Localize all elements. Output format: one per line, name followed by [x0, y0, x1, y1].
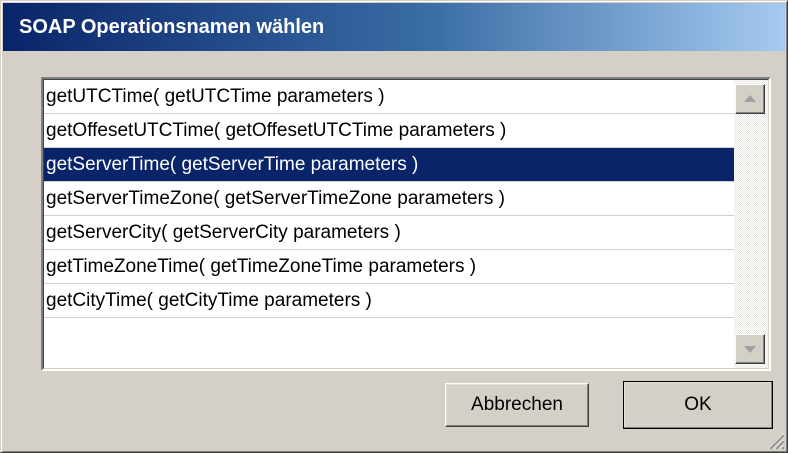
vertical-scrollbar[interactable]	[734, 80, 768, 368]
list-item[interactable]: getServerCity( getServerCity parameters …	[44, 216, 738, 250]
scroll-up-button[interactable]	[735, 84, 765, 114]
triangle-up-icon	[744, 95, 756, 102]
operations-list: getUTCTime( getUTCTime parameters ) getO…	[44, 80, 738, 368]
scroll-down-button[interactable]	[735, 334, 765, 364]
list-item[interactable]: getOffesetUTCTime( getOffesetUTCTime par…	[44, 114, 738, 148]
cancel-button[interactable]: Abbrechen	[445, 383, 589, 427]
resize-grip-icon[interactable]	[765, 430, 785, 450]
list-item[interactable]: getCityTime( getCityTime parameters )	[44, 284, 738, 318]
list-item[interactable]: getServerTimeZone( getServerTimeZone par…	[44, 182, 738, 216]
ok-button[interactable]: OK	[623, 381, 773, 429]
operations-listbox[interactable]: getUTCTime( getUTCTime parameters ) getO…	[41, 77, 771, 371]
list-item-selected[interactable]: getServerTime( getServerTime parameters …	[44, 148, 738, 182]
title-bar[interactable]: SOAP Operationsnamen wählen	[3, 3, 785, 51]
soap-operation-dialog: SOAP Operationsnamen wählen getUTCTime( …	[0, 0, 788, 453]
dialog-title: SOAP Operationsnamen wählen	[19, 16, 325, 38]
triangle-down-icon	[744, 346, 756, 353]
list-item[interactable]: getTimeZoneTime( getTimeZoneTime paramet…	[44, 250, 738, 284]
list-item[interactable]: getUTCTime( getUTCTime parameters )	[44, 80, 738, 114]
